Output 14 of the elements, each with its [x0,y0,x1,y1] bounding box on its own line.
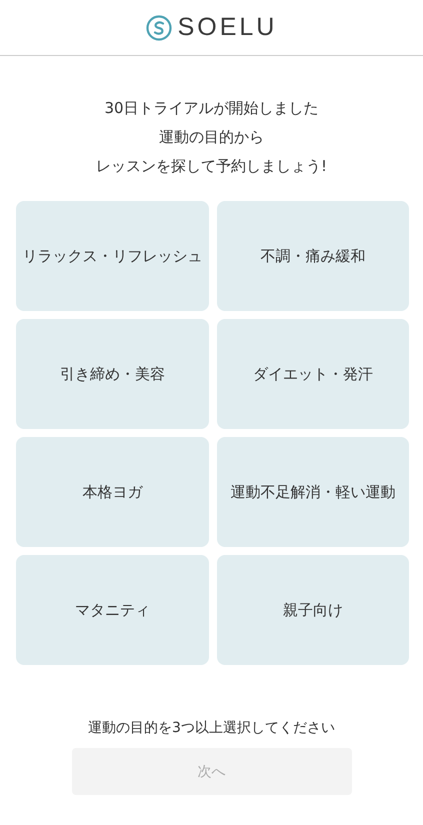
purpose-option[interactable]: 不調・痛み緩和 [216,201,409,311]
selection-hint: 運動の目的を3つ以上選択してください [88,719,335,737]
intro-line: 運動の目的から [159,127,264,147]
logo-icon [146,14,172,40]
purpose-option[interactable]: ダイエット・発汗 [216,319,409,429]
intro-line: 30日トライアルが開始しました [104,98,319,118]
purpose-option[interactable]: 親子向け [216,555,409,665]
purpose-option[interactable]: 引き締め・美容 [16,319,208,429]
purpose-option[interactable]: 本格ヨガ [16,437,208,547]
logo-text: SOELU [178,13,278,42]
intro-line: レッスンを探して予約しましょう! [96,156,327,176]
purpose-option[interactable]: 運動不足解消・軽い運動 [216,437,409,547]
purpose-option[interactable]: リラックス・リフレッシュ [16,201,208,311]
purpose-option[interactable]: マタニティ [16,555,208,665]
